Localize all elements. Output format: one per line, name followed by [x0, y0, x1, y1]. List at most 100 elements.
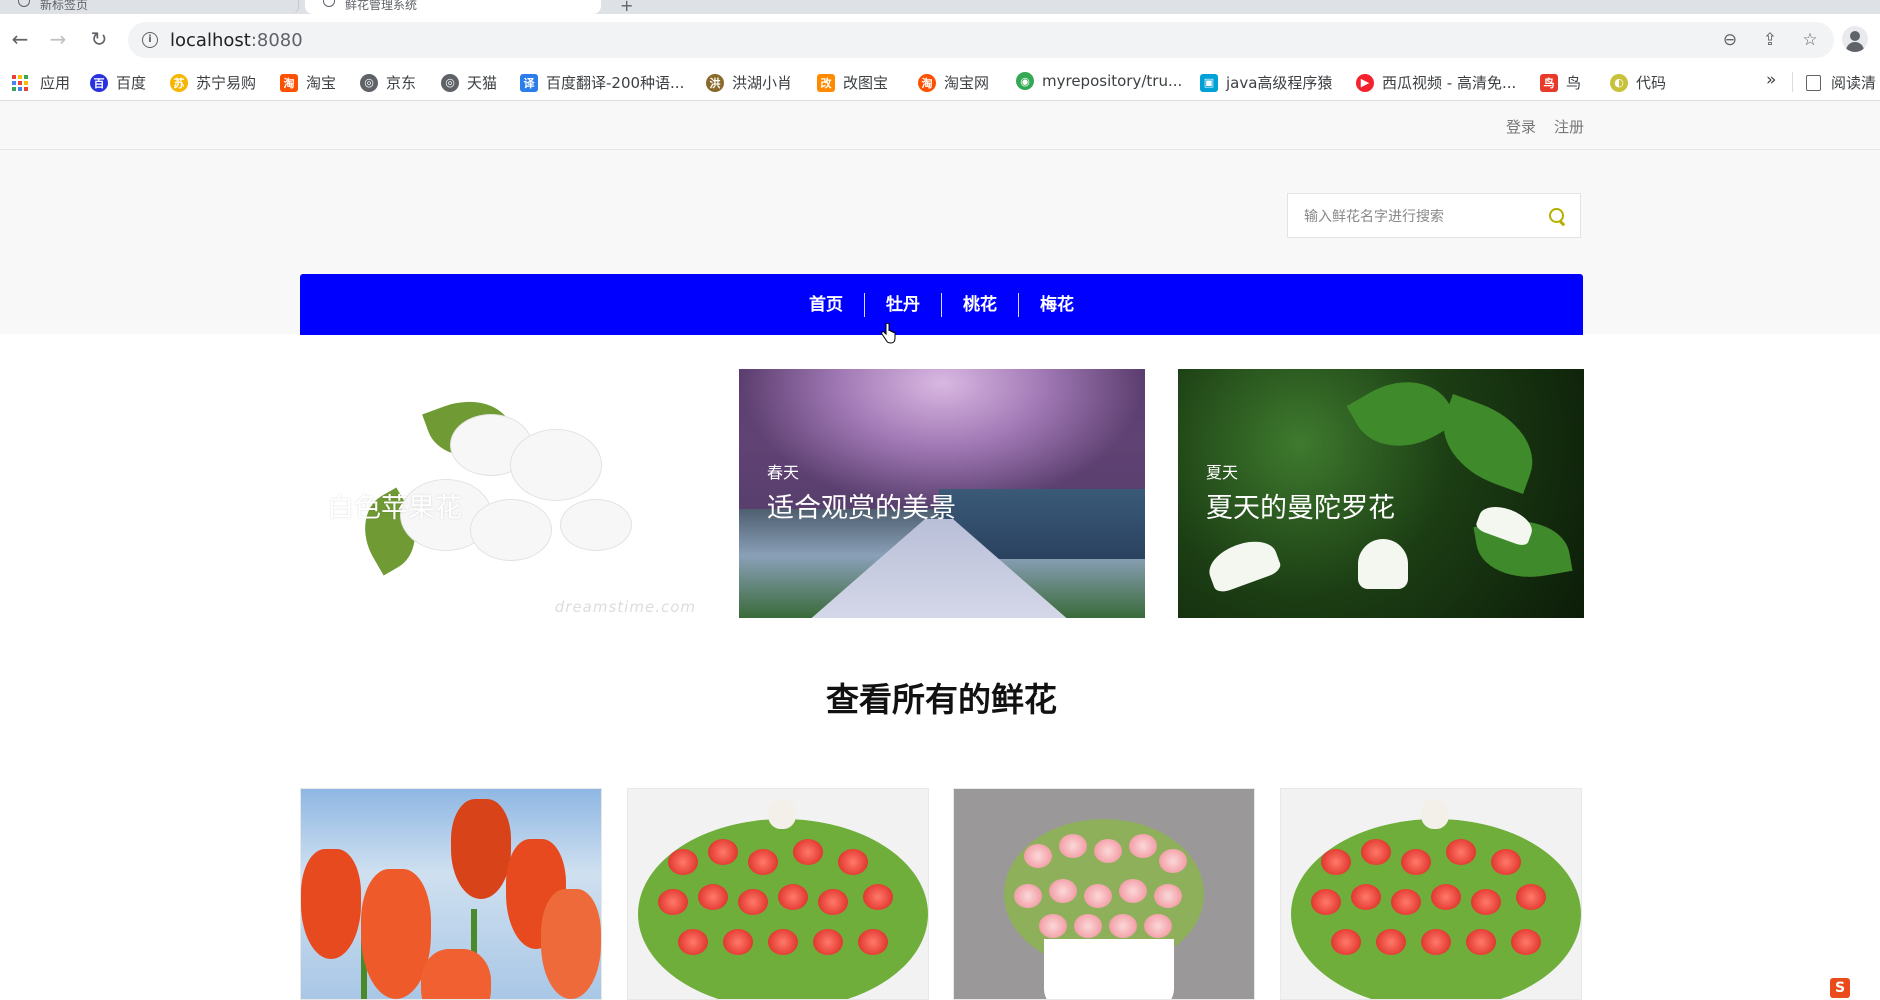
bookmark-jd[interactable]: ◎ 京东 — [360, 72, 416, 93]
sogou-input-icon[interactable]: S — [1830, 978, 1850, 998]
search-icon[interactable] — [1549, 208, 1564, 223]
apps-grid-icon — [12, 74, 28, 91]
rose-shape — [1361, 839, 1391, 865]
bird-icon: 鸟 — [1540, 73, 1558, 92]
banner-summer[interactable]: 夏天 夏天的曼陀罗花 — [1178, 369, 1584, 618]
rose-shape — [1144, 914, 1172, 938]
nav-home[interactable]: 首页 — [788, 293, 864, 317]
bird-icon: 洪 — [706, 73, 724, 92]
tab-label: 鲜花管理系统 — [345, 0, 418, 12]
bookmark-baidu[interactable]: 百百度 — [90, 72, 146, 93]
login-link[interactable]: 登录 — [1506, 116, 1536, 137]
rose-shape — [778, 884, 808, 910]
bookmark-niao[interactable]: 鸟鸟 — [1540, 72, 1581, 93]
bookmark-tmall[interactable]: ◎ 天猫 — [441, 72, 497, 93]
nav-peony[interactable]: 牡丹 — [864, 292, 941, 317]
tulip-shape — [301, 849, 361, 959]
banner-title: 夏天的曼陀罗花 — [1206, 493, 1395, 524]
search-input[interactable] — [1302, 194, 1546, 239]
rose-shape — [698, 884, 728, 910]
rose-shape — [1074, 914, 1102, 938]
top-bar: 登录 注册 — [0, 101, 1880, 150]
rose-shape — [1401, 849, 1431, 875]
rose-shape — [1351, 884, 1381, 910]
petal-shape — [470, 499, 552, 561]
reload-icon[interactable]: ↻ — [87, 27, 111, 51]
tab-flower-system[interactable]: 鲜花管理系统 — [305, 0, 601, 14]
globe-icon — [18, 0, 30, 7]
nav-plum-blossom[interactable]: 梅花 — [1018, 292, 1095, 317]
address-bar[interactable]: i localhost:8080 ⊖ ⇪ ☆ — [128, 22, 1834, 58]
bookmark-code[interactable]: ◐ 代码 — [1610, 72, 1666, 93]
bookmark-myrepository[interactable]: ◉ myrepository/tru... — [1016, 72, 1182, 90]
rose-shape — [1331, 929, 1361, 955]
bookmark-xigua[interactable]: ▶ 西瓜视频 - 高清免... — [1356, 72, 1516, 93]
reading-list-button[interactable]: 阅读清 — [1806, 72, 1876, 93]
tulip-shape — [541, 889, 601, 999]
bookmarks-more-icon[interactable]: » — [1766, 70, 1776, 90]
site-info-icon[interactable]: i — [142, 32, 158, 48]
rose-shape — [678, 929, 708, 955]
bookmark-suning[interactable]: 苏苏宁易购 — [170, 72, 256, 93]
baidu-icon: 百 — [90, 73, 108, 92]
rose-shape — [1431, 884, 1461, 910]
rose-shape — [1516, 884, 1546, 910]
url-text[interactable]: localhost:8080 — [170, 30, 303, 51]
leaf-shape — [1346, 369, 1460, 467]
bookmark-honghu[interactable]: 洪洪湖小肖 — [706, 72, 792, 93]
rose-shape — [658, 889, 688, 915]
bookmark-taobaowang[interactable]: 淘淘宝网 — [918, 72, 989, 93]
tulip-shape — [421, 949, 491, 999]
banner-spring[interactable]: 春天 适合观赏的美景 — [739, 369, 1145, 618]
translate-icon: 译 — [520, 73, 538, 92]
flower-box-shape — [1044, 939, 1174, 999]
share-icon[interactable]: ⇪ — [1758, 28, 1782, 52]
banner-subtitle: 夏天 — [1206, 463, 1239, 482]
globe-icon: ◎ — [441, 73, 459, 92]
web-page: 登录 注册 首页 牡丹 桃花 梅花 白色苹果花 dreamstime.com 春… — [0, 101, 1880, 1000]
forward-icon[interactable]: → — [46, 27, 70, 51]
bookmark-taobao[interactable]: 淘淘宝 — [280, 72, 336, 93]
banner-apple-blossom[interactable]: 白色苹果花 dreamstime.com — [300, 369, 706, 618]
rose-shape — [1159, 849, 1187, 873]
zoom-icon[interactable]: ⊖ — [1718, 28, 1742, 52]
product-card-rose-bouquet-2[interactable] — [1280, 788, 1582, 1000]
rose-shape — [858, 929, 888, 955]
bookmark-apps[interactable]: 应用 — [12, 72, 70, 93]
new-tab-icon[interactable]: + — [620, 0, 633, 15]
rose-shape — [1446, 839, 1476, 865]
bookmark-baidu-translate[interactable]: 译百度翻译-200种语... — [520, 72, 684, 93]
rose-shape — [1391, 889, 1421, 915]
register-link[interactable]: 注册 — [1554, 116, 1584, 137]
profile-avatar-icon[interactable] — [1842, 26, 1868, 52]
rose-shape — [1024, 844, 1052, 868]
product-card-tulips[interactable] — [300, 788, 602, 1000]
rose-shape — [838, 849, 868, 875]
banner-title: 白色苹果花 — [327, 493, 462, 524]
bookmark-gaitubao[interactable]: 改改图宝 — [817, 72, 888, 93]
petal-shape — [560, 499, 632, 551]
rose-shape — [1084, 884, 1112, 908]
hand-cursor-icon — [881, 323, 896, 344]
tab-new-tab[interactable]: 新标签页 — [0, 0, 299, 14]
petal-shape — [510, 429, 602, 501]
rose-shape — [723, 929, 753, 955]
star-icon[interactable]: ☆ — [1798, 28, 1822, 52]
bear-shape — [768, 799, 796, 829]
globe-icon — [323, 0, 335, 7]
product-card-rose-bouquet[interactable] — [627, 788, 929, 1000]
corner-widget[interactable]: S — [1820, 974, 1880, 1000]
banner-subtitle: 春天 — [767, 463, 800, 482]
bear-shape — [1421, 799, 1449, 829]
play-icon: ▶ — [1356, 73, 1374, 92]
back-icon[interactable]: ← — [8, 27, 32, 51]
product-card-pink-box[interactable] — [953, 788, 1255, 1000]
nav-peach-blossom[interactable]: 桃花 — [941, 292, 1018, 317]
tab-label: 新标签页 — [40, 0, 89, 12]
flower-shape — [1358, 539, 1408, 589]
bookmark-java[interactable]: ▣ java高级程序猿 — [1200, 72, 1332, 93]
rose-shape — [1321, 849, 1351, 875]
rose-shape — [1421, 929, 1451, 955]
code-icon: ◐ — [1610, 73, 1628, 92]
rose-shape — [1466, 929, 1496, 955]
